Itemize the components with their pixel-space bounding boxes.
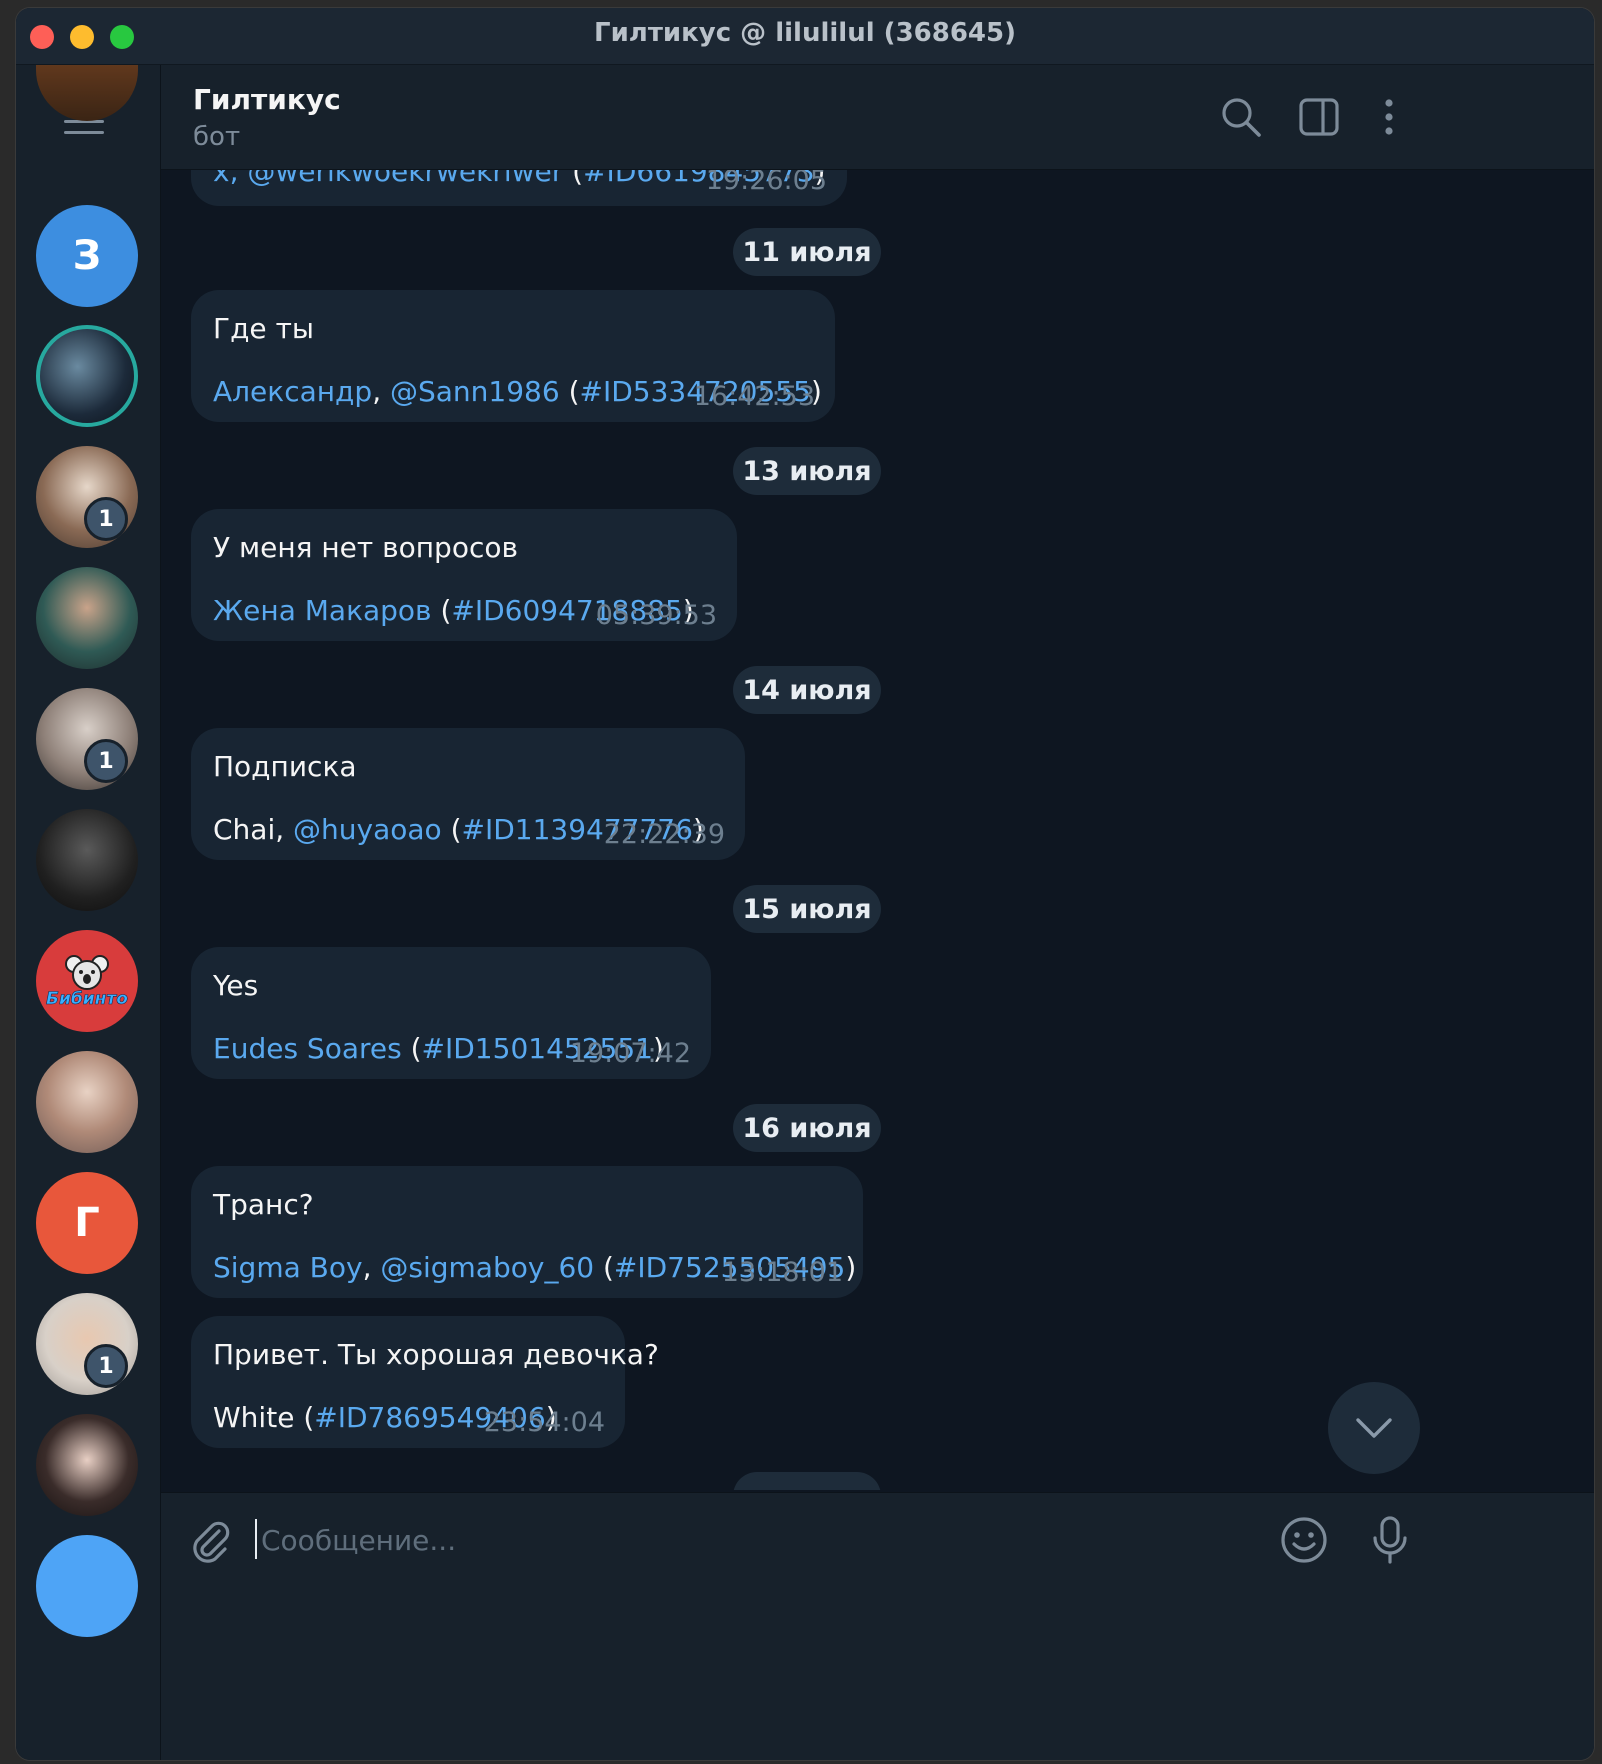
- message-text: Yes: [213, 969, 259, 1002]
- message-time: 13:18:01: [721, 1257, 843, 1288]
- message-list[interactable]: x, @werikwoekrwekriwer (#ID6619845773) 1…: [161, 170, 1594, 1490]
- chat-avatar[interactable]: [36, 1535, 138, 1637]
- chat-subtitle: бот: [193, 122, 241, 152]
- window-title: Гилтикус @ lilulilul (368645): [594, 18, 1016, 48]
- chat-avatar[interactable]: [36, 809, 138, 911]
- microphone-icon[interactable]: [1365, 1515, 1415, 1565]
- chat-avatar[interactable]: [36, 567, 138, 669]
- avatar-letter: З: [72, 233, 102, 279]
- message-time: 22:22:39: [603, 819, 725, 850]
- message-bubble[interactable]: Где ты Александр, @Sann1986 (#ID53347205…: [191, 290, 835, 422]
- message-time: 05:39:53: [595, 600, 717, 631]
- unread-badge: 1: [84, 1344, 128, 1388]
- sender-username[interactable]: @huyaoao: [293, 813, 442, 846]
- chat-title[interactable]: Гилтикус: [193, 83, 341, 116]
- message-time: 16:42:53: [693, 381, 815, 412]
- sender-name[interactable]: Жена Макаров: [213, 594, 432, 627]
- message-time: 19:07:42: [569, 1038, 691, 1069]
- date-separator: [733, 1472, 881, 1490]
- emoji-icon[interactable]: [1279, 1515, 1329, 1565]
- sender-name[interactable]: Eudes Soares: [213, 1032, 402, 1065]
- chevron-down-icon: [1356, 1418, 1392, 1438]
- scroll-to-bottom-button[interactable]: [1328, 1382, 1420, 1474]
- sender-username[interactable]: @werikwoekrwekriwer: [247, 170, 563, 188]
- message-time: 23:54:04: [483, 1407, 605, 1438]
- sender-name: White: [213, 1401, 295, 1434]
- chat-folder-sidebar: З 1 1 Бибинто Г 1: [16, 65, 161, 1760]
- sender-name[interactable]: Александр: [213, 375, 372, 408]
- attach-icon[interactable]: [185, 1515, 235, 1565]
- message-bubble[interactable]: x, @werikwoekrwekriwer (#ID6619845773) 1…: [191, 170, 847, 206]
- chat-avatar[interactable]: Г: [36, 1172, 138, 1274]
- sender-name[interactable]: x,: [213, 170, 247, 188]
- date-separator: 16 июля: [733, 1104, 881, 1152]
- chat-header: Гилтикус бот: [161, 65, 1594, 170]
- unread-badge: 1: [84, 497, 128, 541]
- sender-name[interactable]: Sigma Boy: [213, 1251, 363, 1284]
- sender-name: Chai: [213, 813, 276, 846]
- message-text: У меня нет вопросов: [213, 531, 518, 564]
- side-panel-icon[interactable]: [1297, 95, 1341, 139]
- message-bubble[interactable]: Привет. Ты хорошая девочка? White (#ID78…: [191, 1316, 659, 1448]
- chat-avatar[interactable]: З: [36, 205, 138, 307]
- text-cursor: [255, 1519, 257, 1559]
- telegram-window: Гилтикус @ lilulilul (368645) З 1 1 Биби…: [16, 8, 1594, 1760]
- sender-username[interactable]: @sigmaboy_60: [380, 1251, 594, 1284]
- logo-text: Бибинто: [46, 989, 129, 1010]
- sender-username[interactable]: @Sann1986: [390, 375, 560, 408]
- more-options-icon[interactable]: [1367, 95, 1411, 139]
- message-bubble[interactable]: У меня нет вопросов Жена Макаров (#ID609…: [191, 509, 737, 641]
- chat-avatar[interactable]: [36, 1414, 138, 1516]
- koala-icon: [65, 955, 109, 990]
- message-text: Транс?: [213, 1188, 314, 1221]
- date-separator: 15 июля: [733, 885, 881, 933]
- date-separator: 14 июля: [733, 666, 881, 714]
- title-bar: Гилтикус @ lilulilul (368645): [16, 8, 1594, 65]
- message-text: Где ты: [213, 312, 314, 345]
- chat-avatar[interactable]: Бибинто: [36, 930, 138, 1032]
- chat-avatar[interactable]: [36, 325, 138, 427]
- date-separator: 13 июля: [733, 447, 881, 495]
- message-time: 19:26:05: [705, 170, 827, 196]
- date-separator: 11 июля: [733, 228, 881, 276]
- message-text: Подписка: [213, 750, 357, 783]
- avatar-letter: Г: [74, 1200, 100, 1246]
- unread-badge: 1: [84, 739, 128, 783]
- message-input[interactable]: [259, 1511, 1163, 1569]
- message-composer: [161, 1492, 1594, 1760]
- chat-avatar[interactable]: [36, 65, 138, 121]
- chat-avatar[interactable]: [36, 1051, 138, 1153]
- message-text: Привет. Ты хорошая девочка?: [213, 1338, 659, 1371]
- search-icon[interactable]: [1219, 95, 1263, 139]
- menu-icon-line: [64, 131, 104, 134]
- message-bubble[interactable]: Транс? Sigma Boy, @sigmaboy_60 (#ID75255…: [191, 1166, 863, 1298]
- message-bubble[interactable]: Подписка Chai, @huyaoao (#ID1139477776) …: [191, 728, 745, 860]
- message-bubble[interactable]: Yes Eudes Soares (#ID1501452551) 19:07:4…: [191, 947, 711, 1079]
